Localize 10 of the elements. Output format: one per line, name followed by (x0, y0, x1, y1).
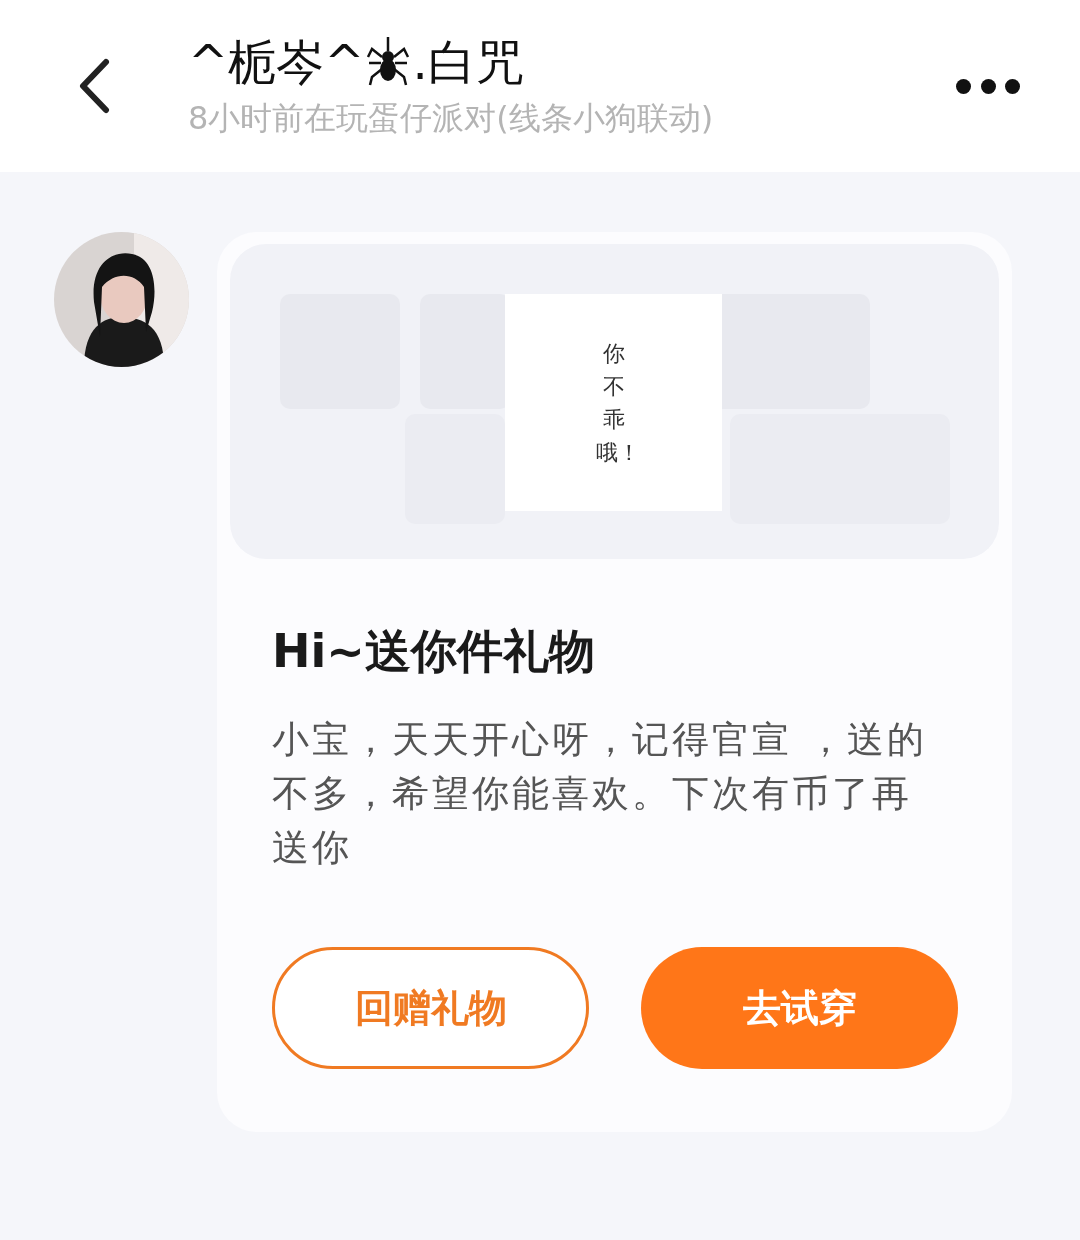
note-text: 你不乖哦！ (594, 339, 634, 467)
back-icon (78, 58, 110, 114)
return-gift-button[interactable]: 回赠礼物 (272, 947, 589, 1069)
gift-message: 小宝，天天开心呀，记得官宣 ，送的不多，希望你能喜欢。下次有币了再送你 (272, 717, 928, 871)
gift-title: Hi~送你件礼物 (272, 623, 596, 680)
try-on-button[interactable]: 去试穿 (641, 947, 958, 1069)
activity-status: 8小时前在玩蛋仔派对(线条小狗联动) (188, 98, 715, 139)
spider-icon (366, 37, 411, 87)
contact-name-suffix: .白咒 (412, 33, 524, 92)
contact-name: ^栀岑^ (188, 33, 365, 92)
